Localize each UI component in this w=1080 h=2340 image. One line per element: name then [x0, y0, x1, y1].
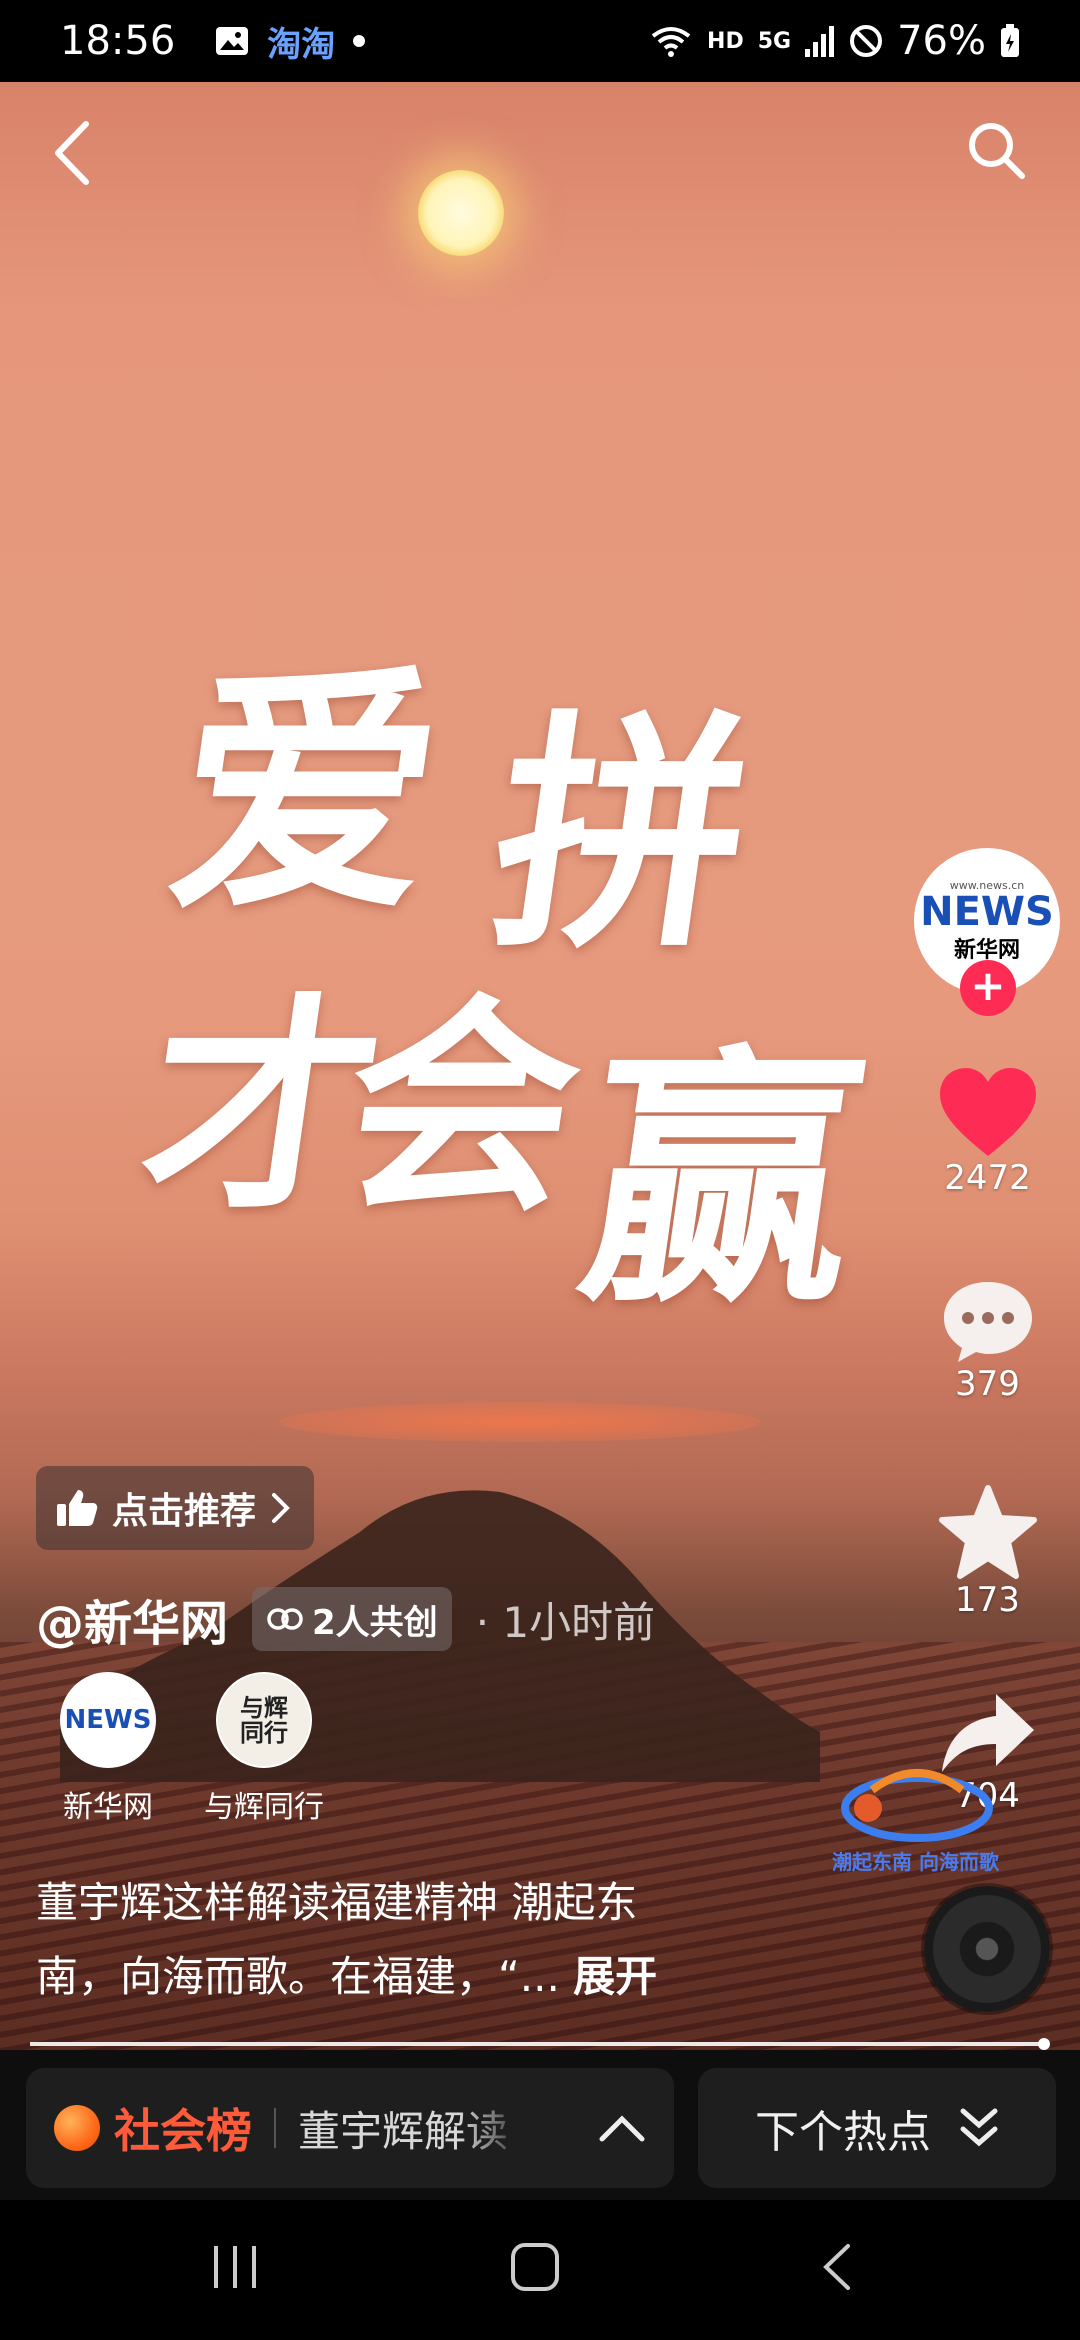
double-chevron-down-icon: [960, 2108, 998, 2147]
avatar-logo-cn: 新华网: [953, 937, 1020, 963]
author-name-link[interactable]: @新华网: [36, 1584, 228, 1654]
favorite-button[interactable]: 173: [905, 1484, 1070, 1620]
status-time: 18:56: [60, 18, 176, 64]
author-row: @新华网 2人共创 · 1小时前: [36, 1584, 655, 1654]
hot-list-bar: 社会榜 董宇辉解读 下个热点: [0, 2050, 1080, 2200]
hot-list-icon: [54, 2105, 100, 2151]
notification-dot-icon: [353, 35, 366, 47]
expand-caption-button[interactable]: 展开: [573, 1952, 657, 2001]
next-hot-label: 下个热点: [755, 2107, 931, 2158]
chevron-up-icon[interactable]: [598, 2113, 646, 2143]
favorite-count: 173: [955, 1580, 1020, 1620]
like-count: 2472: [944, 1158, 1031, 1198]
heart-icon[interactable]: [938, 1066, 1038, 1158]
comment-button[interactable]: 379: [905, 1278, 1070, 1404]
cocreator-logo-text: NEWS: [64, 1705, 152, 1735]
hot-list-headline: 董宇辉解读: [298, 2106, 509, 2156]
star-icon[interactable]: [938, 1484, 1038, 1580]
cocreator-yuhui[interactable]: 与辉同行 与辉同行: [194, 1672, 334, 1826]
next-hot-button[interactable]: 下个热点: [698, 2068, 1056, 2188]
home-icon[interactable]: [510, 2242, 560, 2292]
collab-label: 2人共创: [312, 1602, 438, 1643]
search-icon[interactable]: [964, 118, 1028, 182]
caption-line: 南，向海而歌。在福建，“...: [36, 1952, 560, 2001]
video-caption[interactable]: 董宇辉这样解读福建精神 潮起东 南，向海而歌。在福建，“... 展开: [36, 1866, 896, 2014]
author-avatar-button[interactable]: www.news.cn NEWS 新华网 +: [914, 848, 1060, 1016]
do-not-disturb-icon: [850, 25, 883, 57]
status-bar: 18:56 淘淘 HD 5G 76%: [0, 0, 1080, 82]
cocreator-avatar[interactable]: 与辉同行: [216, 1672, 312, 1768]
cocreator-logo-text: 与辉同行: [240, 1692, 288, 1747]
horizon-glow: [280, 1402, 760, 1442]
network-5g-label: 5G: [757, 28, 792, 54]
progress-fill: [30, 2042, 1044, 2046]
calligraphy-char: 赢: [564, 1021, 880, 1339]
follow-plus-button[interactable]: +: [960, 960, 1016, 1016]
back-nav-icon[interactable]: [818, 2242, 858, 2292]
calligraphy-char: 会: [328, 973, 597, 1243]
comment-icon[interactable]: [940, 1278, 1036, 1364]
caption-line: 董宇辉这样解读福建精神 潮起东: [36, 1878, 638, 1927]
gallery-icon: [216, 27, 249, 55]
avatar-logo-news: NEWS: [920, 888, 1054, 935]
hot-list-entry[interactable]: 社会榜 董宇辉解读: [26, 2068, 674, 2188]
signal-icon: [805, 26, 835, 57]
thumbs-up-icon: [57, 1490, 98, 1526]
divider: [274, 2108, 276, 2148]
cocreator-label: 与辉同行: [204, 1790, 324, 1825]
chevron-left-icon[interactable]: [46, 118, 106, 188]
recommend-label: 点击推荐: [112, 1491, 257, 1532]
music-disc[interactable]: [924, 1886, 1050, 2012]
hot-list-category: 社会榜: [114, 2104, 252, 2158]
collab-chip[interactable]: 2人共创: [252, 1587, 452, 1651]
progress-knob[interactable]: [1038, 2038, 1050, 2050]
post-time: · 1小时前: [475, 1597, 656, 1647]
calligraphy-char: 爱: [155, 641, 459, 946]
calligraphy-title: 爱 拼 才 会 赢: [128, 542, 930, 1362]
topic-badge-logo-icon: [841, 1769, 993, 1842]
recommend-chip[interactable]: 点击推荐: [36, 1466, 315, 1550]
recent-apps-icon[interactable]: [210, 2242, 260, 2292]
cocreator-avatar[interactable]: NEWS: [60, 1672, 156, 1768]
caption-line-2: 南，向海而歌。在福建，“... 展开: [36, 1940, 896, 2014]
battery-percent: 76%: [897, 18, 986, 64]
app-notification-label: 淘淘: [267, 24, 336, 65]
cocreator-label: 新华网: [63, 1790, 153, 1825]
like-button[interactable]: 2472: [905, 1066, 1070, 1198]
sun-graphic: [418, 170, 504, 256]
link-icon: [267, 1608, 303, 1630]
network-hd-label: HD: [707, 28, 744, 54]
video-progress-bar[interactable]: [30, 2038, 1050, 2050]
battery-icon: [1001, 24, 1019, 57]
chevron-right-icon: [272, 1493, 290, 1523]
wifi-icon: [651, 27, 691, 57]
system-nav-bar: [0, 2200, 1080, 2340]
cocreator-xinhua[interactable]: NEWS 新华网: [38, 1672, 178, 1826]
comment-count: 379: [955, 1364, 1020, 1404]
